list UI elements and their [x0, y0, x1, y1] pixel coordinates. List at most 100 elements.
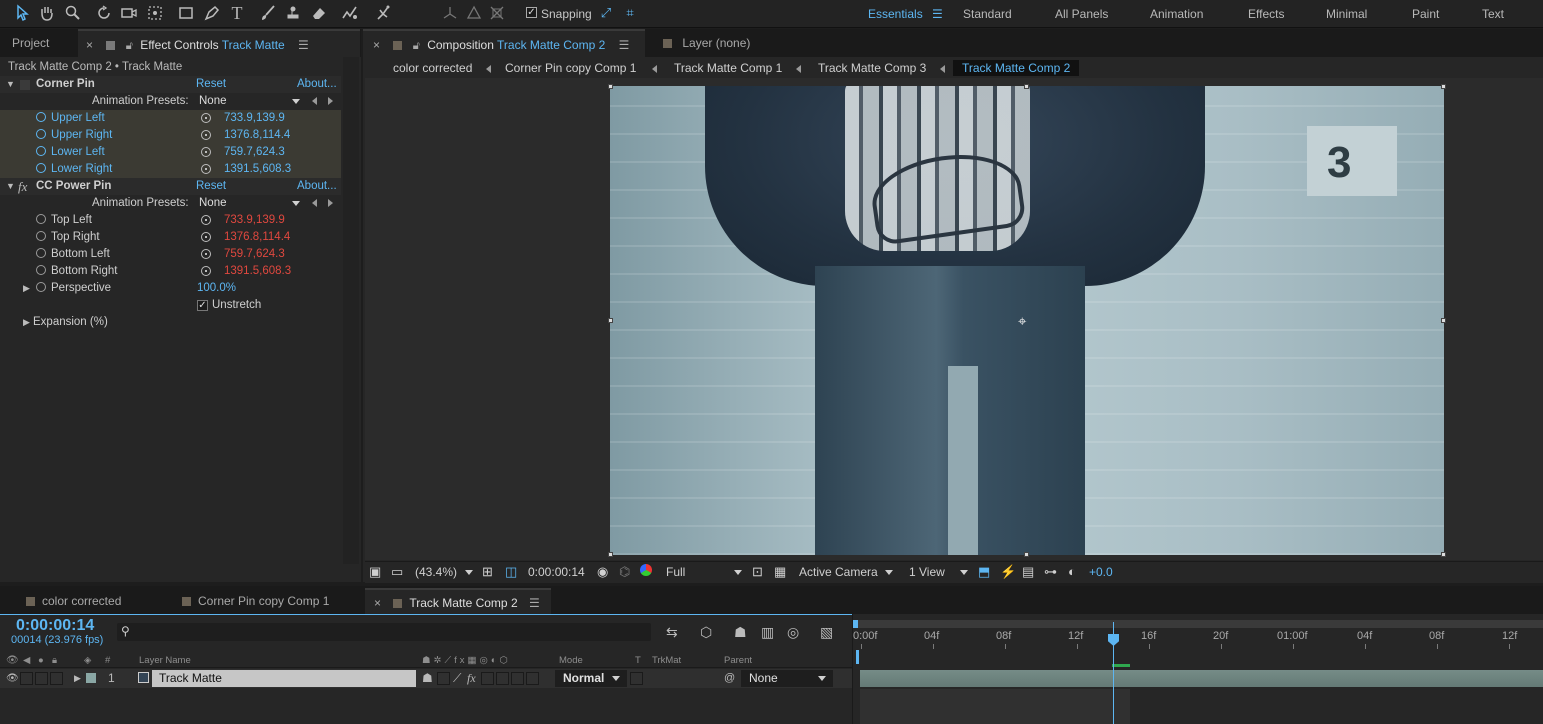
timeline-tab[interactable]: Corner Pin copy Comp 1 — [182, 588, 329, 614]
timeline-tab[interactable]: color corrected — [26, 588, 121, 614]
close-icon[interactable]: × — [86, 38, 93, 52]
prop-row[interactable]: Upper Left 733.9,139.9 — [0, 110, 341, 127]
workspace-all-panels[interactable]: All Panels — [1055, 7, 1108, 21]
tab-composition[interactable]: × 🔓︎ Composition Track Matte Comp 2 ☰ — [363, 29, 645, 57]
crosshair-icon[interactable] — [201, 147, 211, 157]
workspace-minimal[interactable]: Minimal — [1326, 7, 1367, 21]
about-button[interactable]: About... — [297, 76, 337, 93]
switches-icon[interactable]: ☗✲⟋fx▦◎◐⬡ — [422, 655, 511, 666]
layer-handle[interactable] — [608, 552, 613, 557]
fx-icon[interactable]: fx — [18, 178, 27, 195]
frame-blend-switch[interactable] — [481, 672, 494, 685]
workspace-text[interactable]: Text — [1482, 7, 1504, 21]
views-dropdown[interactable]: 1 View — [909, 564, 945, 580]
snapping-checkbox[interactable]: ✓ — [526, 7, 537, 18]
pen-tool-icon[interactable] — [202, 4, 222, 22]
chevron-down-icon[interactable] — [885, 564, 893, 580]
audio-icon[interactable]: ◀ — [23, 655, 30, 666]
timeline-tab-active[interactable]: × Track Matte Comp 2 ☰ — [365, 588, 551, 614]
stopwatch-icon[interactable] — [36, 246, 46, 263]
scrollbar[interactable] — [343, 57, 359, 564]
stopwatch-icon[interactable] — [36, 280, 46, 297]
workspace-menu-icon[interactable]: ☰ — [932, 7, 943, 21]
workspace-essentials[interactable]: Essentials — [868, 7, 923, 21]
crosshair-icon[interactable] — [201, 130, 211, 140]
local-axis-icon[interactable] — [440, 4, 460, 22]
mask-visibility-icon[interactable]: ◫ — [505, 564, 517, 580]
layer-handle[interactable] — [1024, 84, 1029, 89]
layer-handle[interactable] — [1024, 552, 1029, 557]
shy-layers-icon[interactable]: ☗ — [734, 624, 747, 641]
expand-triangle-icon[interactable]: ▶ — [23, 280, 30, 297]
graph-editor-icon[interactable]: ▧ — [820, 624, 833, 641]
always-preview-icon[interactable]: ▣ — [369, 564, 381, 580]
flow-item[interactable]: color corrected — [393, 60, 472, 76]
tab-effect-controls[interactable]: × 🔓︎ Effect Controls Track Matte ☰ — [78, 29, 360, 57]
crosshair-icon[interactable] — [201, 249, 211, 259]
chevron-down-icon[interactable] — [734, 564, 742, 580]
layer-handle[interactable] — [1441, 84, 1446, 89]
prop-value[interactable]: 1376.8,114.4 — [224, 127, 290, 144]
snap-features-icon[interactable]: ⌗ — [620, 4, 640, 22]
eye-icon[interactable]: 👁︎ — [6, 671, 19, 686]
show-snapshot-icon[interactable]: ⌬ — [619, 564, 630, 580]
stopwatch-icon[interactable] — [36, 127, 46, 144]
layer-name[interactable]: Track Matte — [159, 671, 222, 686]
clone-stamp-tool-icon[interactable] — [283, 4, 303, 22]
comp-mini-flowchart-icon[interactable]: ⇆ — [666, 624, 678, 641]
close-icon[interactable]: × — [374, 596, 381, 610]
audio-switch[interactable] — [20, 672, 33, 685]
eye-icon[interactable]: 👁︎ — [6, 655, 19, 666]
crosshair-icon[interactable] — [201, 232, 211, 242]
pan-behind-tool-icon[interactable] — [145, 4, 165, 22]
flowchart-icon[interactable]: ⊶ — [1044, 564, 1057, 580]
stopwatch-icon[interactable] — [36, 144, 46, 161]
lock-switch[interactable] — [50, 672, 63, 685]
prop-value[interactable]: 759.7,624.3 — [224, 246, 285, 263]
workspace-paint[interactable]: Paint — [1412, 7, 1439, 21]
roto-brush-tool-icon[interactable] — [340, 4, 360, 22]
draft-3d-icon[interactable]: ⬡ — [700, 624, 712, 641]
work-area-start[interactable] — [853, 620, 858, 628]
stopwatch-icon[interactable] — [36, 263, 46, 280]
prop-value[interactable]: 733.9,139.9 — [224, 110, 285, 127]
region-of-interest-icon[interactable]: ⊡ — [752, 564, 763, 580]
unstretch-row[interactable]: ✓ Unstretch — [0, 297, 341, 314]
panel-menu-icon[interactable]: ☰ — [529, 596, 540, 610]
prop-row[interactable]: Upper Right 1376.8,114.4 — [0, 127, 341, 144]
exposure-value[interactable]: +0.0 — [1089, 564, 1113, 580]
workspace-animation[interactable]: Animation — [1150, 7, 1203, 21]
flow-item[interactable]: Corner Pin copy Comp 1 — [505, 60, 636, 76]
rectangle-tool-icon[interactable] — [176, 4, 196, 22]
motion-blur-switch[interactable] — [496, 672, 509, 685]
reset-button[interactable]: Reset — [196, 178, 226, 195]
prop-value[interactable]: 759.7,624.3 — [224, 144, 285, 161]
perspective-row[interactable]: ▶ Perspective 100.0% — [0, 280, 341, 297]
layer-handle[interactable] — [1441, 552, 1446, 557]
prop-row[interactable]: Top Left 733.9,139.9 — [0, 212, 341, 229]
prop-value[interactable]: 1391.5,608.3 — [224, 263, 291, 280]
quality-switch-icon[interactable]: ⟋ — [453, 671, 461, 686]
prop-value[interactable]: 1376.8,114.4 — [224, 229, 290, 246]
zoom-dropdown[interactable]: (43.4%) — [415, 564, 457, 580]
camera-dropdown[interactable]: Active Camera — [799, 564, 878, 580]
snap-edges-icon[interactable]: ⤢ — [596, 4, 616, 22]
prop-value[interactable]: 1391.5,608.3 — [224, 161, 291, 178]
lock-icon[interactable]: 🔓︎ — [126, 40, 133, 52]
resolution-dropdown[interactable]: Full — [666, 564, 685, 580]
solo-switch[interactable] — [35, 672, 48, 685]
flow-item-active[interactable]: Track Matte Comp 2 — [953, 60, 1080, 76]
timeline-icon[interactable]: ▤ — [1022, 564, 1034, 580]
effect-cc-power-pin[interactable]: ▼ fx CC Power Pin Reset About... — [0, 178, 341, 195]
camera-tool-icon[interactable] — [119, 4, 139, 22]
view-axis-icon[interactable] — [487, 4, 507, 22]
about-button[interactable]: About... — [297, 178, 337, 195]
panel-menu-icon[interactable]: ☰ — [619, 38, 630, 52]
rotation-tool-icon[interactable] — [94, 4, 114, 22]
effect-corner-pin[interactable]: ▼ Corner Pin Reset About... — [0, 76, 341, 93]
lock-icon[interactable]: 🔓︎ — [413, 40, 420, 52]
flow-item[interactable]: Track Matte Comp 1 — [674, 60, 782, 76]
perspective-value[interactable]: 100.0% — [197, 280, 236, 297]
prop-value[interactable]: 733.9,139.9 — [224, 212, 285, 229]
prop-row[interactable]: Bottom Left 759.7,624.3 — [0, 246, 341, 263]
